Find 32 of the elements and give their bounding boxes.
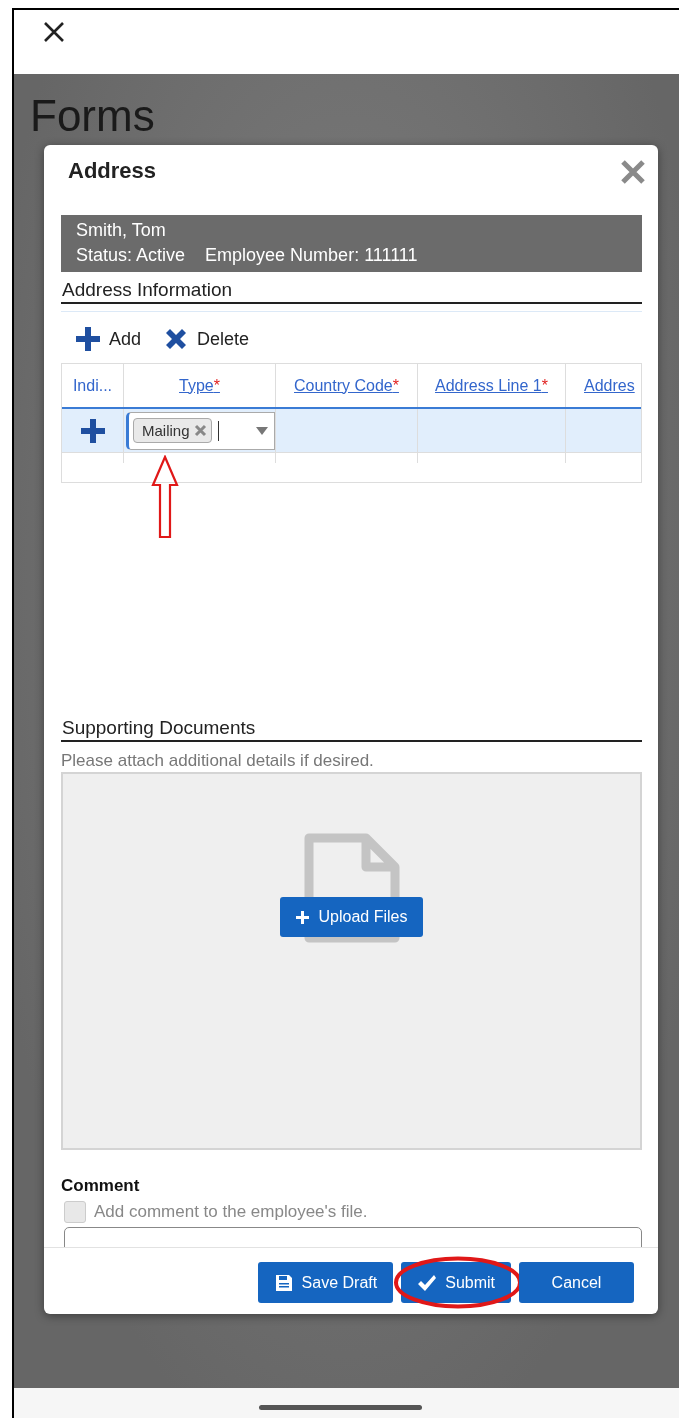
checkbox[interactable] — [64, 1201, 86, 1223]
close-icon[interactable] — [42, 20, 66, 44]
plus-icon — [75, 326, 101, 352]
column-header[interactable]: Indi... — [62, 364, 124, 407]
add-button[interactable]: Add — [75, 324, 142, 354]
plus-icon — [295, 910, 309, 924]
section-title: Supporting Documents — [61, 716, 642, 742]
submit-button[interactable]: Submit — [401, 1262, 511, 1303]
cancel-button[interactable]: Cancel — [519, 1262, 634, 1303]
employee-number: Employee Number: 111111 — [205, 244, 418, 267]
plus-icon[interactable] — [79, 417, 106, 444]
comment-heading: Comment — [61, 1176, 141, 1196]
remove-icon[interactable] — [193, 424, 207, 437]
delete-button[interactable]: Delete — [163, 324, 250, 354]
table-row[interactable]: Mailing — [62, 409, 641, 453]
column-header[interactable]: Country Code* — [276, 364, 418, 407]
checkbox-label: Add comment to the employee's file. — [94, 1202, 368, 1222]
save-button[interactable]: Save Draft — [257, 1262, 394, 1303]
hint-text: Please attach additional details if desired. — [61, 750, 375, 772]
type-select-field[interactable]: Mailing — [126, 411, 275, 450]
selected-tag: Mailing — [133, 418, 212, 443]
dropdown-caret-icon[interactable] — [256, 426, 268, 435]
section-title: Address Information — [61, 278, 642, 304]
file-drop-zone[interactable]: Upload Files — [61, 772, 642, 1150]
upload-files-button[interactable]: Upload Files — [279, 897, 424, 937]
page-title: Forms — [30, 90, 155, 142]
column-header[interactable]: Address Line 1* — [418, 364, 566, 407]
dialog-title: Address — [68, 158, 157, 184]
employee-status: Status: Active — [76, 244, 186, 267]
column-header[interactable]: Addres — [566, 364, 641, 407]
employee-name: Smith, Tom — [76, 219, 167, 242]
column-header[interactable]: Type* — [124, 364, 276, 407]
